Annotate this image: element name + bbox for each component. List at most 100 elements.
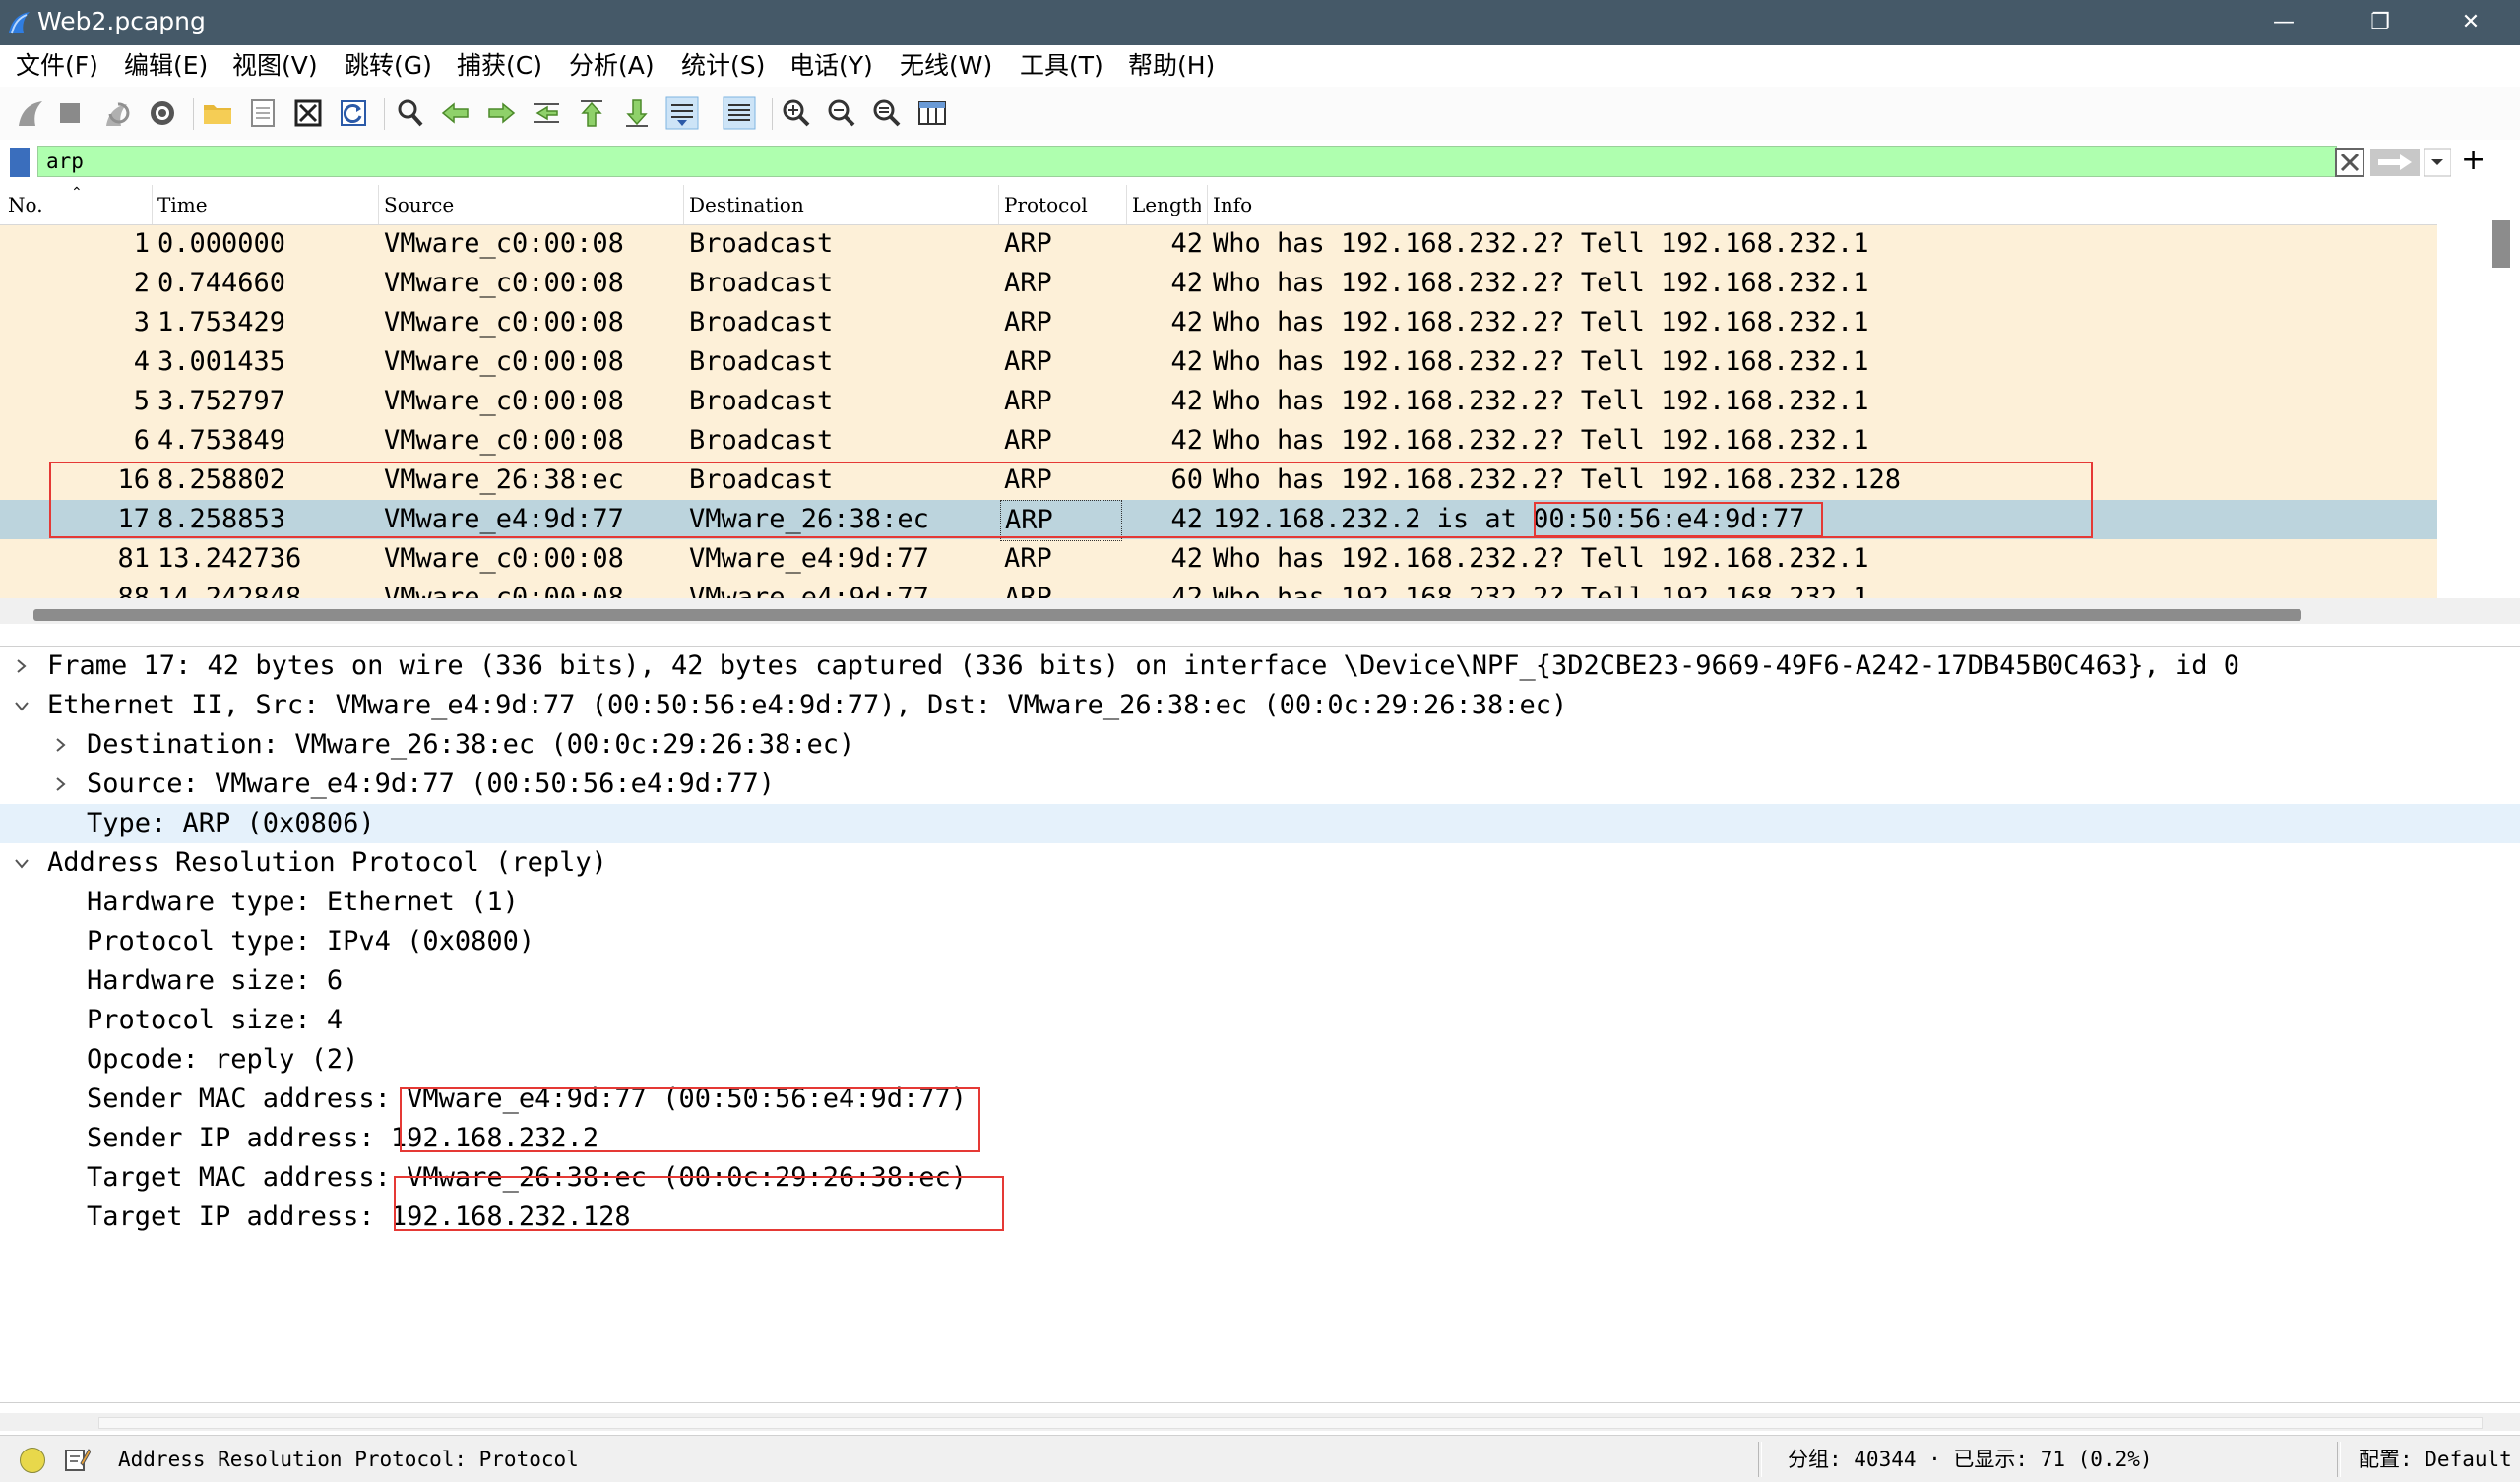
tree-item-sender-ip[interactable]: Sender IP address: 192.168.232.2 — [0, 1119, 2520, 1158]
filter-bookmark-icon[interactable] — [10, 148, 30, 177]
menu-capture[interactable]: 捕获(C) — [457, 50, 542, 82]
tree-item-hardware-type[interactable]: Hardware type: Ethernet (1) — [0, 883, 2520, 922]
column-header-length[interactable]: Length — [1132, 193, 1201, 216]
zoom-out-icon[interactable] — [825, 96, 858, 130]
go-forward-icon[interactable] — [484, 96, 518, 130]
column-header-info[interactable]: Info — [1213, 193, 1606, 216]
expert-info-led-icon[interactable] — [20, 1448, 45, 1473]
column-header-destination[interactable]: Destination — [689, 193, 994, 216]
packet-row[interactable]: 5 3.752797 VMware_c0:00:08 Broadcast ARP… — [0, 382, 2437, 421]
bytes-pane-scrollbar[interactable] — [0, 1413, 2520, 1431]
tree-item-opcode[interactable]: Opcode: reply (2) — [0, 1040, 2520, 1080]
packet-row[interactable]: 6 4.753849 VMware_c0:00:08 Broadcast ARP… — [0, 421, 2437, 461]
packet-source: VMware_c0:00:08 — [384, 543, 624, 574]
zoom-in-icon[interactable] — [780, 96, 813, 130]
menu-help[interactable]: 帮助(H) — [1128, 50, 1215, 82]
packet-protocol: ARP — [1004, 228, 1052, 259]
column-header-protocol[interactable]: Protocol — [1004, 193, 1122, 216]
packet-row[interactable]: 1 0.000000 VMware_c0:00:08 Broadcast ARP… — [0, 224, 2437, 264]
menu-go[interactable]: 跳转(G) — [345, 50, 432, 82]
menu-file[interactable]: 文件(F) — [16, 50, 98, 82]
minimize-button[interactable]: — — [2244, 0, 2323, 45]
packet-row-selected[interactable]: 17 8.258853 VMware_e4:9d:77 VMware_26:38… — [0, 500, 2437, 541]
save-file-icon[interactable] — [246, 96, 280, 130]
autoscroll-icon[interactable] — [665, 96, 699, 130]
menu-statistics[interactable]: 统计(S) — [681, 50, 765, 82]
go-back-icon[interactable] — [439, 96, 472, 130]
packet-destination: VMware_26:38:ec — [689, 504, 929, 534]
packet-protocol: ARP — [1004, 307, 1052, 338]
clear-filter-icon[interactable] — [2335, 148, 2364, 177]
tree-item-arp[interactable]: Address Resolution Protocol (reply) — [0, 843, 2520, 883]
menu-wireless[interactable]: 无线(W) — [900, 50, 992, 82]
tree-item-frame[interactable]: Frame 17: 42 bytes on wire (336 bits), 4… — [0, 647, 2520, 686]
packet-row[interactable]: 88 14.242848 VMware_c0:00:08 VMware_e4:9… — [0, 579, 2437, 598]
tree-item-eth-source[interactable]: Source: VMware_e4:9d:77 (00:50:56:e4:9d:… — [0, 765, 2520, 804]
menu-analyze[interactable]: 分析(A) — [569, 50, 655, 82]
tree-item-ethernet[interactable]: Ethernet II, Src: VMware_e4:9d:77 (00:50… — [0, 686, 2520, 725]
packet-row[interactable]: 2 0.744660 VMware_c0:00:08 Broadcast ARP… — [0, 264, 2437, 303]
close-file-icon[interactable] — [291, 96, 325, 130]
filter-history-dropdown-icon[interactable] — [2423, 148, 2452, 177]
chevron-right-icon[interactable] — [51, 735, 71, 755]
tree-item-eth-type[interactable]: Type: ARP (0x0806) — [0, 804, 2520, 843]
chevron-right-icon[interactable] — [51, 774, 71, 794]
shark-fin-start-icon[interactable] — [14, 96, 47, 130]
tree-item-target-mac[interactable]: Target MAC address: VMware_26:38:ec (00:… — [0, 1158, 2520, 1198]
edit-comment-icon[interactable] — [63, 1446, 92, 1473]
packet-row[interactable]: 16 8.258802 VMware_26:38:ec Broadcast AR… — [0, 461, 2437, 500]
stop-capture-icon[interactable] — [53, 96, 87, 130]
packet-list-scroll-thumb[interactable] — [2492, 220, 2510, 268]
packet-destination: Broadcast — [689, 268, 834, 298]
packet-info: Who has 192.168.232.2? Tell 192.168.232.… — [1213, 386, 1869, 416]
column-header-time[interactable]: Time — [158, 193, 374, 216]
packet-list-scrollbar[interactable] — [2437, 185, 2520, 598]
packet-protocol: ARP — [1004, 583, 1052, 598]
chevron-right-icon[interactable] — [12, 656, 32, 676]
reload-file-icon[interactable] — [337, 96, 370, 130]
add-filter-button[interactable]: + — [2461, 146, 2486, 175]
packet-no: 3 — [133, 307, 150, 338]
packet-list-horizontal-scrollbar[interactable] — [0, 598, 2520, 624]
packet-row[interactable]: 4 3.001435 VMware_c0:00:08 Broadcast ARP… — [0, 342, 2437, 382]
column-header-source[interactable]: Source — [384, 193, 679, 216]
menu-view[interactable]: 视图(V) — [232, 50, 318, 82]
packet-row[interactable]: 3 1.753429 VMware_c0:00:08 Broadcast ARP… — [0, 303, 2437, 342]
tree-item-sender-mac[interactable]: Sender MAC address: VMware_e4:9d:77 (00:… — [0, 1080, 2520, 1119]
packet-no: 81 — [117, 543, 150, 574]
find-packet-icon[interactable] — [394, 96, 427, 130]
capture-options-icon[interactable] — [146, 96, 179, 130]
wireshark-fin-icon — [9, 12, 30, 34]
close-button[interactable]: ✕ — [2431, 0, 2510, 45]
apply-filter-icon[interactable] — [2370, 148, 2420, 177]
tree-item-label: Frame 17: 42 bytes on wire (336 bits), 4… — [47, 650, 2239, 681]
menu-edit[interactable]: 编辑(E) — [124, 50, 208, 82]
resize-columns-icon[interactable] — [915, 96, 949, 130]
packet-source: VMware_c0:00:08 — [384, 425, 624, 456]
chevron-down-icon[interactable] — [12, 853, 32, 873]
display-filter-input[interactable] — [37, 146, 2337, 177]
packet-info: Who has 192.168.232.2? Tell 192.168.232.… — [1213, 583, 1869, 598]
open-file-icon[interactable] — [201, 96, 234, 130]
profile-status[interactable]: 配置: Default — [2359, 1446, 2512, 1473]
chevron-down-icon[interactable] — [12, 696, 32, 715]
colorize-icon[interactable] — [723, 96, 756, 130]
menu-tools[interactable]: 工具(T) — [1020, 50, 1103, 82]
packet-row[interactable]: 81 13.242736 VMware_c0:00:08 VMware_e4:9… — [0, 539, 2437, 579]
packet-source: VMware_c0:00:08 — [384, 346, 624, 377]
horizontal-scroll-thumb[interactable] — [33, 609, 2301, 621]
tree-item-label: Hardware size: 6 — [87, 965, 344, 996]
go-to-packet-icon[interactable] — [530, 96, 563, 130]
bytes-scroll-thumb[interactable] — [98, 1417, 2483, 1429]
tree-item-target-ip[interactable]: Target IP address: 192.168.232.128 — [0, 1198, 2520, 1237]
menu-telephony[interactable]: 电话(Y) — [789, 50, 873, 82]
tree-item-protocol-type[interactable]: Protocol type: IPv4 (0x0800) — [0, 922, 2520, 961]
go-last-icon[interactable] — [620, 96, 654, 130]
tree-item-protocol-size[interactable]: Protocol size: 4 — [0, 1001, 2520, 1040]
tree-item-hardware-size[interactable]: Hardware size: 6 — [0, 961, 2520, 1001]
tree-item-eth-destination[interactable]: Destination: VMware_26:38:ec (00:0c:29:2… — [0, 725, 2520, 765]
maximize-button[interactable]: ❐ — [2341, 0, 2420, 45]
restart-capture-icon[interactable] — [100, 96, 134, 130]
zoom-normal-icon[interactable] — [870, 96, 904, 130]
go-first-icon[interactable] — [575, 96, 608, 130]
